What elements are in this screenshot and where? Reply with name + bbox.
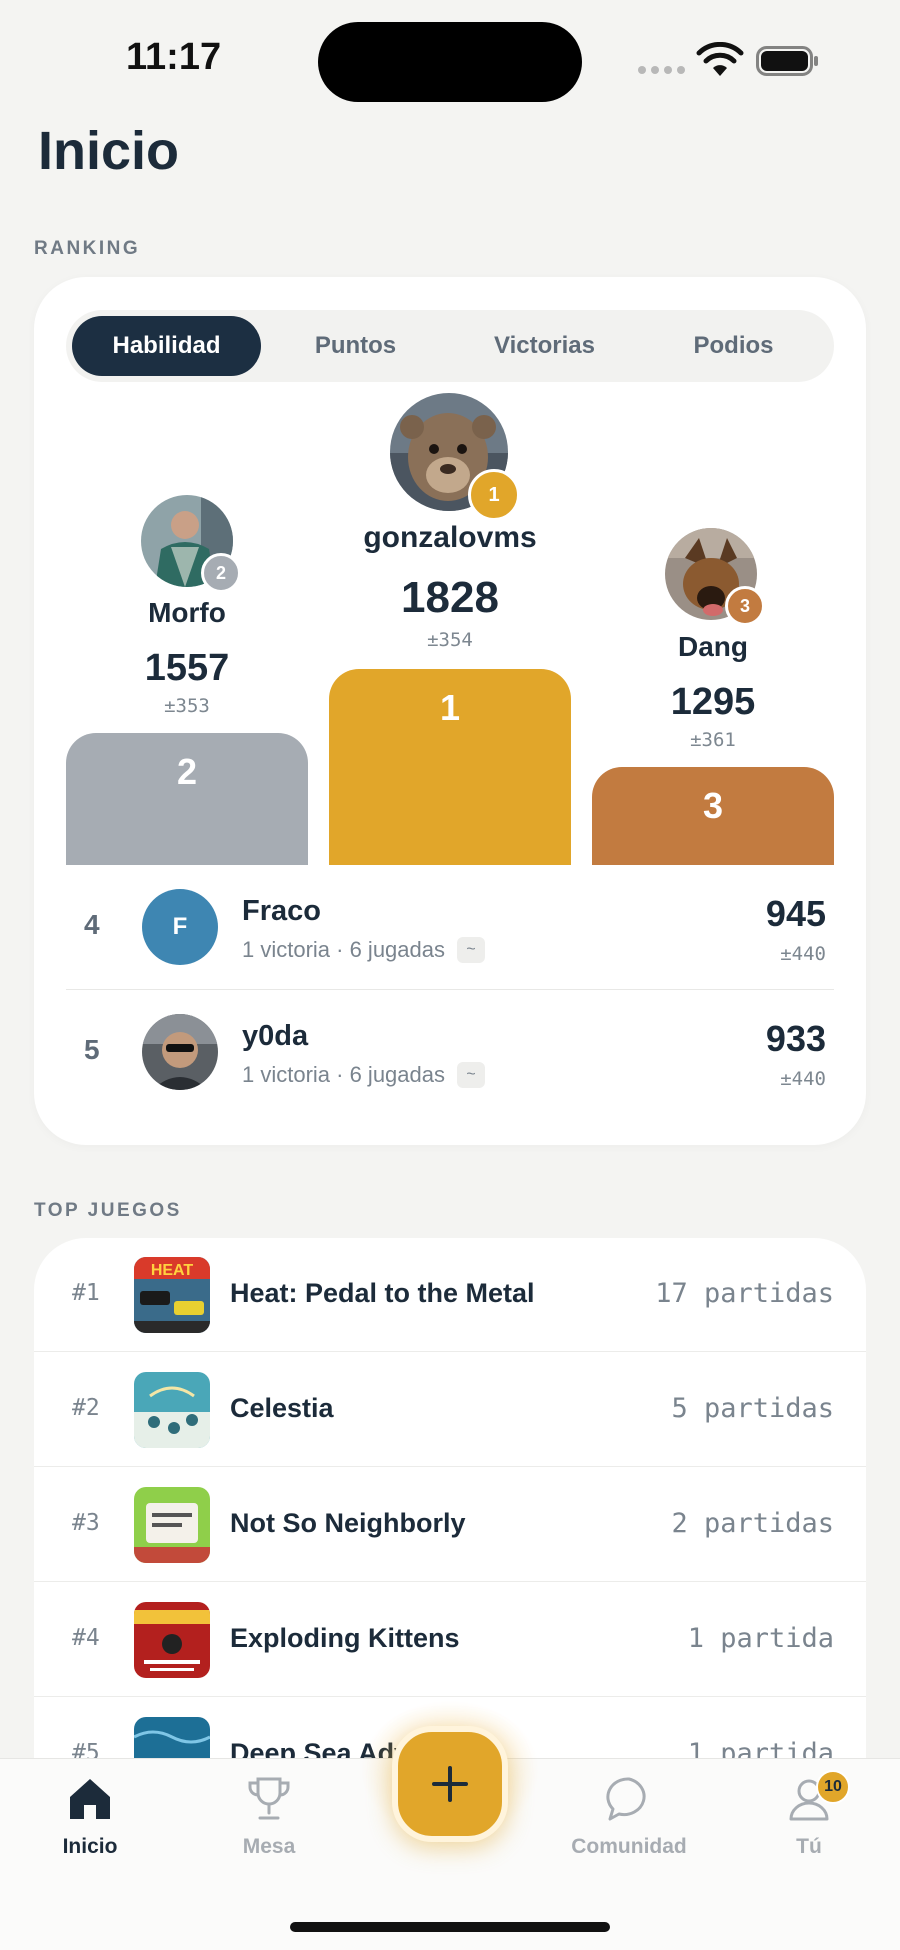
battery-icon	[756, 46, 818, 76]
home-icon	[70, 1779, 110, 1819]
trophy-icon	[248, 1777, 290, 1820]
rank-badge: 3	[725, 586, 765, 626]
player-name: Fraco	[242, 895, 321, 927]
podium-1-avatar[interactable]: 1	[390, 393, 520, 521]
ranking-row[interactable]: 5 y0da 1 victoria · 6 jugadas ~ 933 ±440	[66, 990, 834, 1114]
game-count: 17 partidas	[655, 1278, 834, 1309]
podium-1-deviation: ±354	[427, 629, 473, 651]
game-count: 5 partidas	[671, 1393, 834, 1424]
trend-badge: ~	[457, 1062, 485, 1088]
game-thumbnail	[134, 1372, 210, 1448]
podium-3-name: Dang	[678, 631, 748, 662]
nav-mesa[interactable]: Mesa	[199, 1773, 339, 1883]
game-name: Heat: Pedal to the Metal	[230, 1278, 535, 1308]
status-time: 11:17	[126, 36, 222, 78]
game-row[interactable]: #1 HEAT Heat: Pedal to the Metal 17 part…	[34, 1238, 866, 1352]
game-thumbnail	[134, 1602, 210, 1678]
top-games-section-label: TOP JUEGOS	[34, 1200, 182, 1221]
game-rank: #2	[72, 1395, 100, 1421]
podium-3-score: 1295	[670, 681, 756, 723]
player-stats: 1 victoria · 6 jugadas	[242, 937, 445, 962]
podium-1-name: gonzalovms	[363, 521, 537, 554]
player-score: 945	[765, 893, 826, 934]
ranking-card: Habilidad Puntos Victorias Podios 2 Morf…	[34, 277, 866, 1145]
podium-2-avatar[interactable]: 2	[141, 495, 241, 593]
podium-2-deviation: ±353	[164, 695, 210, 717]
add-button[interactable]	[392, 1726, 508, 1842]
chat-icon	[606, 1777, 646, 1821]
nav-inicio[interactable]: Inicio	[20, 1773, 160, 1883]
game-name: Celestia	[230, 1393, 334, 1423]
trend-badge: ~	[457, 937, 485, 963]
podium-3-deviation: ±361	[690, 729, 736, 751]
game-name: Exploding Kittens	[230, 1623, 460, 1653]
game-row[interactable]: #4 Exploding Kittens 1 partida	[34, 1583, 866, 1697]
ranking-row[interactable]: 4 F Fraco 1 victoria · 6 jugadas ~ 945 ±…	[66, 865, 834, 989]
nav-label: Mesa	[242, 1835, 296, 1858]
game-thumbnail: HEAT	[134, 1257, 210, 1333]
game-count: 1 partida	[687, 1623, 834, 1654]
game-rank: #1	[72, 1280, 100, 1306]
nav-label: Inicio	[62, 1835, 118, 1858]
rank-badge: 1	[468, 469, 520, 521]
dynamic-island	[318, 22, 582, 102]
podium-1-pillar: 1	[329, 669, 571, 865]
notification-badge: 10	[816, 1770, 850, 1804]
ranking-tabs: Habilidad Puntos Victorias Podios	[66, 310, 834, 382]
home-indicator	[290, 1922, 610, 1932]
ranking-position: 4	[84, 909, 100, 940]
nav-label: Tú	[796, 1835, 822, 1858]
ranking-position: 5	[84, 1034, 100, 1065]
player-stats: 1 victoria · 6 jugadas	[242, 1062, 445, 1087]
player-name: y0da	[242, 1020, 309, 1052]
avatar	[142, 1014, 218, 1090]
game-row[interactable]: #3 Not So Neighborly 2 partidas	[34, 1468, 866, 1582]
tab-puntos[interactable]: Puntos	[261, 316, 450, 376]
tab-victorias[interactable]: Victorias	[450, 316, 639, 376]
ranking-section-label: RANKING	[34, 238, 141, 259]
wifi-icon	[696, 42, 744, 76]
nav-label: Comunidad	[571, 1835, 687, 1858]
podium-2-name: Morfo	[148, 597, 226, 628]
svg-text:HEAT: HEAT	[151, 1262, 194, 1279]
podium-2-pillar: 2	[66, 733, 308, 865]
game-name: Not So Neighborly	[230, 1508, 466, 1538]
tab-podios[interactable]: Podios	[639, 316, 828, 376]
player-meta: 1 victoria · 6 jugadas ~	[242, 937, 485, 963]
rank-badge: 2	[201, 553, 241, 593]
podium-2-score: 1557	[144, 647, 230, 689]
player-deviation: ±440	[780, 1068, 826, 1090]
nav-comunidad[interactable]: Comunidad	[559, 1773, 699, 1883]
game-rank: #3	[72, 1510, 100, 1536]
game-rank: #4	[72, 1625, 100, 1651]
player-deviation: ±440	[780, 943, 826, 965]
plus-icon	[432, 1766, 468, 1802]
player-meta: 1 victoria · 6 jugadas ~	[242, 1062, 485, 1088]
game-count: 2 partidas	[671, 1508, 834, 1539]
status-bar: 11:17	[0, 0, 900, 110]
game-row[interactable]: #2 Celestia 5 partidas	[34, 1353, 866, 1467]
player-score: 933	[765, 1018, 826, 1059]
tab-habilidad[interactable]: Habilidad	[72, 316, 261, 376]
podium-1-score: 1828	[401, 573, 499, 622]
signal-icon	[638, 66, 685, 74]
podium-3-avatar[interactable]: 3	[665, 528, 765, 626]
game-thumbnail	[134, 1487, 210, 1563]
podium-3-pillar: 3	[592, 767, 834, 865]
avatar: F	[142, 889, 218, 965]
page-title: Inicio	[38, 121, 180, 181]
nav-tu[interactable]: Tú	[739, 1773, 879, 1883]
